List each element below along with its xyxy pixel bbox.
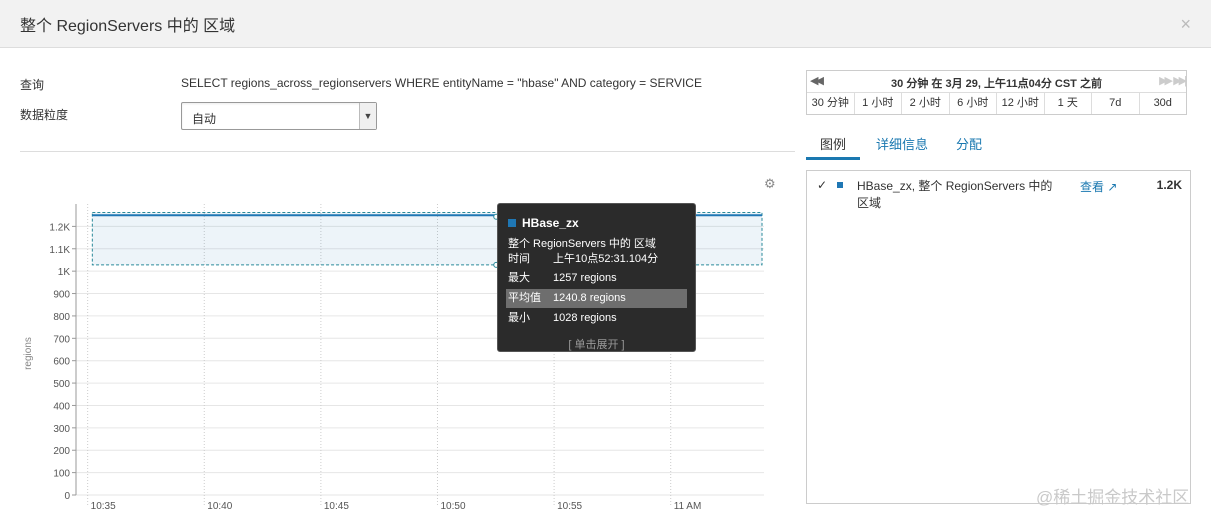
x-tick-label: 10:55 — [557, 501, 582, 512]
chart-tooltip: HBase_zx 整个 RegionServers 中的 区域 时间 上午10点… — [497, 203, 696, 352]
tab-details[interactable]: 详细信息 — [876, 134, 928, 153]
x-tick-label: 10:50 — [440, 501, 465, 512]
legend-item[interactable]: ✓ HBase_zx, 整个 RegionServers 中的 区域 查看 ↗ … — [807, 177, 1190, 211]
tab-distribution[interactable]: 分配 — [956, 134, 982, 153]
x-tick-label: 10:40 — [207, 501, 232, 512]
range-button-30m[interactable]: 30 分钟 — [807, 93, 855, 114]
tooltip-key: 最小 — [508, 312, 530, 324]
divider — [20, 151, 795, 152]
tooltip-row-max: 最大 1257 regions — [506, 269, 687, 288]
active-tab-indicator — [806, 157, 860, 160]
check-icon[interactable]: ✓ — [817, 178, 827, 192]
granularity-select[interactable]: 自动 ▼ — [181, 102, 377, 130]
tooltip-value: 1240.8 regions — [553, 292, 626, 304]
tooltip-value: 1028 regions — [553, 312, 617, 324]
close-icon[interactable]: × — [1180, 14, 1191, 35]
y-axis-label: regions — [23, 337, 34, 370]
series-swatch — [837, 182, 843, 188]
legend-value: 1.2K — [1156, 178, 1182, 192]
legend-series-name: HBase_zx, 整个 RegionServers 中的 区域 — [857, 179, 1053, 210]
time-range-title: 30 分钟 在 3月 29, 上午11点04分 CST 之前 — [891, 78, 1102, 90]
range-button-1d[interactable]: 1 天 — [1045, 93, 1092, 114]
view-link[interactable]: 查看 ↗ — [1080, 178, 1117, 195]
y-tick-label: 1.1K — [49, 245, 70, 256]
y-tick-label: 900 — [53, 290, 70, 301]
y-tick-label: 100 — [53, 469, 70, 480]
series-swatch — [508, 219, 516, 227]
range-button-1h[interactable]: 1 小时 — [855, 93, 902, 114]
range-button-7d[interactable]: 7d — [1092, 93, 1140, 114]
side-tabs: 图例 详细信息 分配 — [806, 128, 1190, 160]
x-tick-label: 11 AM — [674, 501, 702, 512]
time-range-navigator: ◀◀ 30 分钟 在 3月 29, 上午11点04分 CST 之前 ▶▶ ▶▶|… — [806, 70, 1187, 115]
next-icon: ▶▶ — [1159, 75, 1173, 87]
tooltip-row-avg: 平均值 1240.8 regions — [506, 289, 687, 308]
x-tick-label: 10:35 — [91, 501, 116, 512]
range-button-12h[interactable]: 12 小时 — [997, 93, 1045, 114]
y-tick-label: 400 — [53, 401, 70, 412]
granularity-value: 自动 — [192, 112, 217, 126]
range-button-30d[interactable]: 30d — [1140, 93, 1187, 114]
tooltip-value: 上午10点52:31.104分 — [553, 253, 659, 265]
query-text: SELECT regions_across_regionservers WHER… — [181, 76, 702, 90]
last-icon: ▶▶| — [1173, 75, 1187, 87]
y-tick-label: 200 — [53, 446, 70, 457]
y-tick-label: 300 — [53, 424, 70, 435]
range-button-2h[interactable]: 2 小时 — [902, 93, 950, 114]
legend-panel: ✓ HBase_zx, 整个 RegionServers 中的 区域 查看 ↗ … — [806, 170, 1191, 504]
tooltip-expand-link[interactable]: [ 单击展开 ] — [498, 336, 695, 352]
chevron-down-icon: ▼ — [359, 103, 376, 129]
tooltip-row-min: 最小 1028 regions — [506, 309, 687, 328]
tooltip-key: 最大 — [508, 272, 530, 284]
tooltip-value: 1257 regions — [553, 272, 617, 284]
y-tick-label: 500 — [53, 379, 70, 390]
range-button-6h[interactable]: 6 小时 — [950, 93, 997, 114]
tooltip-series-name: HBase_zx — [522, 216, 579, 230]
y-tick-label: 700 — [53, 334, 70, 345]
tab-legend[interactable]: 图例 — [820, 134, 846, 153]
modal-header: 整个 RegionServers 中的 区域 × — [0, 0, 1211, 48]
y-tick-label: 0 — [64, 491, 70, 502]
granularity-label: 数据粒度 — [20, 108, 69, 122]
x-tick-label: 10:45 — [324, 501, 349, 512]
time-range-buttons: 30 分钟 1 小时 2 小时 6 小时 12 小时 1 天 7d 30d — [807, 93, 1186, 114]
y-tick-label: 1.2K — [49, 222, 70, 233]
tooltip-row-time: 时间 上午10点52:31.104分 — [506, 250, 687, 269]
tooltip-key: 时间 — [508, 253, 530, 265]
y-tick-label: 1K — [58, 267, 71, 278]
tooltip-key: 平均值 — [508, 292, 541, 304]
modal-title: 整个 RegionServers 中的 区域 — [20, 18, 236, 35]
y-tick-label: 800 — [53, 312, 70, 323]
watermark: @稀土掘金技术社区 — [1036, 488, 1190, 507]
tooltip-metric: 整个 RegionServers 中的 区域 — [508, 238, 656, 250]
y-tick-label: 600 — [53, 357, 70, 368]
time-nav-header: ◀◀ 30 分钟 在 3月 29, 上午11点04分 CST 之前 ▶▶ ▶▶| — [807, 71, 1187, 93]
query-label: 查询 — [20, 78, 45, 92]
tooltip-series: HBase_zx — [508, 216, 579, 230]
